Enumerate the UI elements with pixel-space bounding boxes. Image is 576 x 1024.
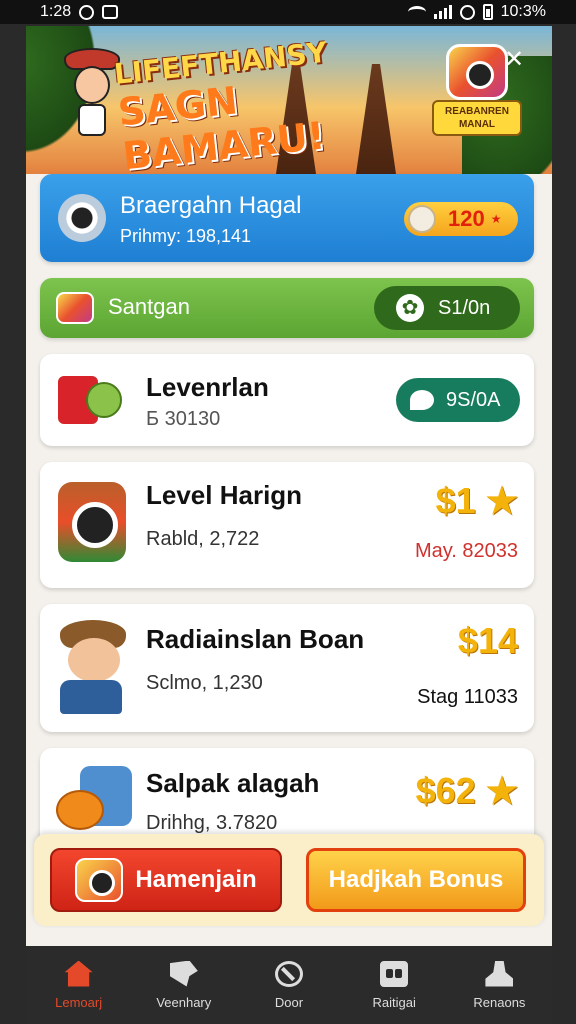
item-title: Radiainslan Boan	[146, 624, 365, 654]
coin-value: 120	[448, 206, 485, 231]
camera-icon	[446, 44, 508, 100]
nav-item-box[interactable]: Raitigai	[342, 946, 447, 1024]
nav-item-profile[interactable]: Renaons	[447, 946, 552, 1024]
compass-icon	[275, 960, 303, 987]
featured-title: Braergahn Hagal	[120, 192, 302, 219]
item-subtitle: Rabld, 2,722	[146, 528, 260, 550]
item-price: $14	[457, 620, 518, 661]
section-price: S1/0n	[438, 296, 491, 319]
close-icon[interactable]: ✕	[500, 46, 528, 74]
item-meta: Stag 11033	[417, 686, 518, 708]
alarm-icon	[459, 4, 475, 20]
battery-icon	[482, 4, 493, 20]
bird-icon	[410, 390, 434, 410]
home-icon	[64, 960, 93, 987]
item-title: Level Harign	[146, 480, 303, 510]
item-subtitle: Sclmo, 1,230	[146, 672, 263, 694]
primary-action-button[interactable]: Hamenjain	[50, 848, 282, 912]
item-price: $62 ★	[415, 770, 518, 811]
user-icon	[485, 960, 514, 987]
nav-label: Veenhary	[156, 994, 212, 1010]
item-title: Salpak alagah	[146, 768, 320, 798]
nav-item-flag[interactable]: Veenhary	[131, 946, 236, 1024]
signal-icon	[433, 5, 452, 19]
primary-action-label: Hamenjain	[135, 866, 257, 893]
item-subtitle: Drihhg, 3.7820	[146, 812, 278, 834]
cowboy-avatar-icon	[54, 620, 134, 716]
camera-icon	[75, 858, 124, 902]
item-meta: May. 82033	[414, 540, 518, 562]
section-title: Santgan	[108, 294, 190, 319]
toy-icon	[54, 766, 134, 836]
nav-label: Door	[274, 994, 304, 1010]
list-item[interactable]: Radiainslan Boan Sclmo, 1,230 $14 Stag 1…	[40, 604, 534, 732]
item-price-button[interactable]: 9S/0A	[396, 378, 520, 422]
battery-text: 10:3%	[500, 3, 546, 20]
section-price-button[interactable]: ✿ S1/0n	[374, 286, 520, 330]
nav-label: Lemoarj	[55, 994, 103, 1010]
nav-item-door[interactable]: Door	[236, 946, 341, 1024]
gift-ball-icon	[58, 372, 122, 428]
app-screen: LIFEFTHANSY SAGN BAMARU! REABANREN MANAL…	[26, 26, 552, 946]
item-price: 9S/0A	[446, 388, 501, 411]
nav-label: Renaons	[473, 994, 526, 1010]
banner-title: LIFEFTHANSY SAGN BAMARU!	[112, 35, 329, 174]
star-icon: ★	[485, 770, 518, 811]
camera-icon	[56, 292, 94, 324]
bonus-button[interactable]: Hadjkah Bonus	[306, 848, 526, 912]
item-title: Levenrlan	[146, 372, 269, 402]
featured-card[interactable]: Braergahn Hagal Prihmy: 198,141 120 ★	[40, 174, 534, 262]
coin-counter[interactable]: 120 ★	[404, 202, 518, 236]
item-price: $1 ★	[435, 480, 518, 521]
flag-icon	[169, 960, 198, 987]
section-header-card[interactable]: Santgan ✿ S1/0n	[40, 278, 534, 338]
star-icon: ★	[485, 480, 518, 521]
bonus-button-label: Hadjkah Bonus	[328, 866, 504, 893]
status-time: 1:28	[40, 3, 72, 20]
list-item[interactable]: Level Harign Rabld, 2,722 $1 ★ May. 8203…	[40, 462, 534, 588]
status-bar: 1:28 10:3%	[0, 0, 576, 24]
star-icon: ★	[490, 212, 502, 226]
list-item[interactable]: Levenrlan Б 30130 9S/0A	[40, 354, 534, 446]
featured-subtitle: Prihmy: 198,141	[120, 226, 252, 246]
badge-label: REABANREN MANAL	[432, 100, 522, 136]
flower-icon: ✿	[396, 294, 424, 322]
bottom-nav: Lemoarj Veenhary Door Raitigai Renaons	[26, 946, 552, 1024]
camera-lens-icon	[58, 194, 106, 242]
sync-icon	[79, 4, 95, 20]
nav-item-home[interactable]: Lemoarj	[26, 946, 131, 1024]
gift-box-icon	[380, 960, 409, 987]
notification-icon	[102, 5, 119, 19]
camera-app-icon	[58, 482, 126, 562]
promo-banner[interactable]: LIFEFTHANSY SAGN BAMARU! REABANREN MANAL…	[26, 26, 552, 174]
coin-icon	[408, 205, 436, 233]
item-subtitle: Б 30130	[146, 408, 221, 430]
wifi-icon	[407, 6, 426, 18]
nav-label: Raitigai	[372, 994, 416, 1010]
action-bar: Hamenjain Hadjkah Bonus	[34, 834, 544, 926]
